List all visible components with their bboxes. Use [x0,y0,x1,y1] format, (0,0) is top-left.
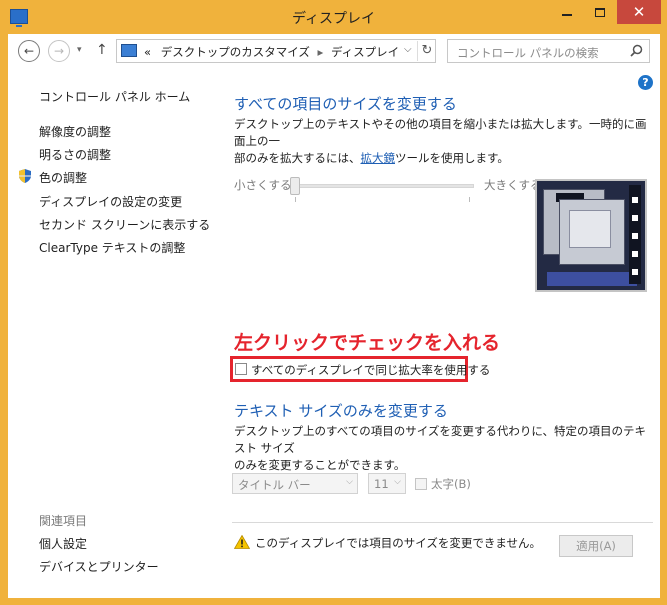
bold-checkbox[interactable] [415,478,427,490]
chevron-down-icon: ⌵ [394,477,401,487]
breadcrumb-separator-icon: ▸ [317,45,324,59]
apply-button[interactable]: 適用(A) [559,535,633,557]
minimize-icon [562,14,572,16]
maximize-button[interactable] [585,0,615,24]
same-scale-label[interactable]: すべてのディスプレイで同じ拡大率を使用する [251,362,490,378]
refresh-icon[interactable]: ↻ [417,41,436,61]
section-description-text-size: デスクトップ上のすべての項目のサイズを変更する代わりに、特定の項目のテキスト サ… [234,423,654,474]
slider-tick [469,197,470,202]
same-scale-checkbox[interactable] [235,363,247,375]
breadcrumb-item-customize[interactable]: デスクトップのカスタマイズ [161,45,310,59]
help-icon[interactable]: ? [638,75,653,90]
sidebar-item-home[interactable]: コントロール パネル ホーム [39,88,190,105]
sidebar-item-cleartype[interactable]: ClearType テキストの調整 [39,239,185,256]
control-panel-icon [121,44,137,57]
item-select-value: タイトル バー [238,478,311,492]
preview-pane [569,210,611,248]
preview-sidebar [629,185,641,284]
font-size-select[interactable]: 11 ⌵ [368,473,406,494]
instruction-annotation: 左クリックでチェックを入れる [234,332,501,354]
maximize-icon [595,7,605,17]
content-pane: ? コントロール パネル ホーム 解像度の調整 明るさの調整 色の調整 ディスプ… [8,66,660,598]
sidebar-item-color[interactable]: 色の調整 [39,169,87,186]
size-slider-track[interactable] [292,184,474,188]
section-description-size: デスクトップ上のテキストやその他の項目を縮小または拡大します。一時的に画面上の一… [234,116,654,167]
related-heading: 関連項目 [39,514,88,528]
forward-button[interactable]: → [48,40,70,62]
section-title-text-size: テキスト サイズのみを変更する [234,402,448,420]
preview-dot [632,197,638,203]
description-line: デスクトップ上のテキストやその他の項目を縮小または拡大します。一時的に画面上の一 [234,117,647,148]
sidebar-item-second-screen[interactable]: セカンド スクリーンに表示する [39,216,210,233]
sidebar-item-display-settings[interactable]: ディスプレイの設定の変更 [39,193,182,210]
shield-icon [19,169,31,183]
description-line: 部のみを拡大するには、拡大鏡ツールを使用します。 [234,150,654,167]
preview-dot [632,233,638,239]
up-button[interactable]: ↑ [96,42,108,58]
minimize-button[interactable] [552,0,582,24]
search-box[interactable]: コントロール パネルの検索 [447,39,650,63]
related-item-devices-printers[interactable]: デバイスとプリンター [39,558,159,575]
preview-dot [632,215,638,221]
description-line: デスクトップ上のすべての項目のサイズを変更する代わりに、特定の項目のテキスト サ… [234,424,647,455]
slider-tick [295,197,296,202]
breadcrumb-item-display[interactable]: ディスプレイ [331,45,399,59]
close-button[interactable]: ✕ [617,0,661,24]
forward-arrow-icon: → [53,44,65,58]
description-text: ツールを使用します。 [395,151,509,165]
magnifier-link[interactable]: 拡大鏡 [361,151,396,165]
description-text: 部のみを拡大するには、 [234,151,361,165]
control-panel-window: ディスプレイ ✕ ← → ▾ ↑ « デスクトップのカスタマイズ ▸ ディスプレ… [0,0,667,605]
preview-taskbar [547,272,637,286]
display-preview-image [535,179,647,292]
slider-max-label: 大きくする [484,178,542,192]
search-input[interactable]: コントロール パネルの検索 [457,45,599,61]
chevron-down-icon: ⌵ [346,477,353,487]
title-bar: ディスプレイ ✕ [0,0,667,34]
address-bar[interactable]: « デスクトップのカスタマイズ ▸ ディスプレイ ⌵ ↻ [116,39,436,63]
bold-label[interactable]: 太字(B) [431,476,471,492]
back-arrow-icon: ← [23,44,35,58]
preview-dot [632,269,638,275]
search-icon[interactable] [630,44,643,57]
close-icon: ✕ [632,3,646,21]
navigation-bar: ← → ▾ ↑ « デスクトップのカスタマイズ ▸ ディスプレイ ⌵ ↻ コント… [8,34,660,66]
related-item-personalize[interactable]: 個人設定 [39,535,87,552]
description-line: のみを変更することができます。 [234,458,406,472]
preview-window [559,199,625,265]
divider [232,522,653,523]
slider-min-label: 小さくする [234,178,292,192]
back-button[interactable]: ← [18,40,40,62]
sidebar-item-resolution[interactable]: 解像度の調整 [39,123,111,140]
preview-dot [632,251,638,257]
breadcrumb: « デスクトップのカスタマイズ ▸ ディスプレイ [144,44,399,60]
sidebar-item-brightness[interactable]: 明るさの調整 [39,146,111,163]
warning-icon [234,535,250,549]
breadcrumb-overflow[interactable]: « [144,45,151,59]
warning-message: このディスプレイでは項目のサイズを変更できません。 [255,536,542,550]
font-size-value: 11 [374,477,389,491]
size-slider-thumb[interactable] [290,177,300,195]
up-arrow-icon: ↑ [96,42,108,58]
address-dropdown-icon[interactable]: ⌵ [404,44,412,55]
section-title-size: すべての項目のサイズを変更する [234,95,457,113]
recent-locations-dropdown-icon[interactable]: ▾ [77,45,82,55]
item-select[interactable]: タイトル バー ⌵ [232,473,358,494]
